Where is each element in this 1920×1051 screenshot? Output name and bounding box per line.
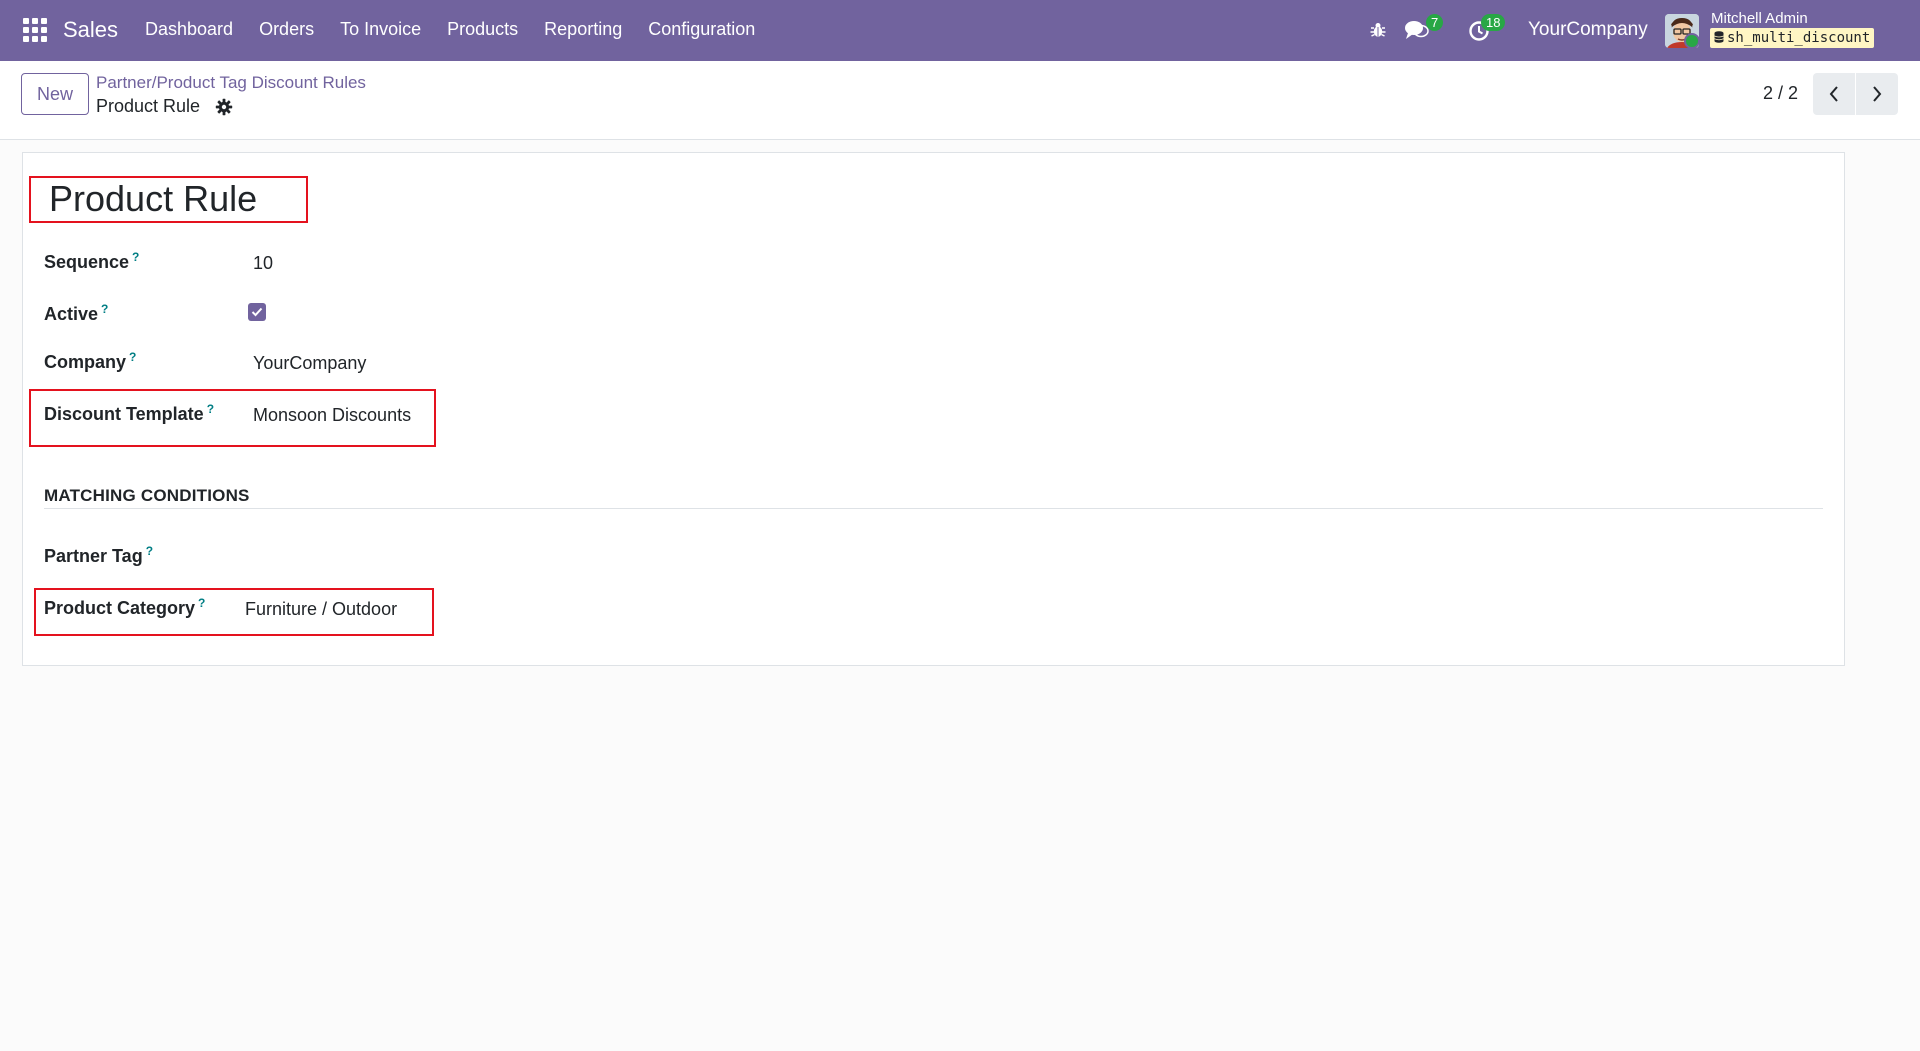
pager-previous-button[interactable] bbox=[1813, 73, 1855, 115]
section-divider bbox=[44, 508, 1823, 509]
menu-orders[interactable]: Orders bbox=[259, 19, 314, 40]
checkmark-icon bbox=[251, 307, 263, 317]
sequence-label: Sequence? bbox=[44, 250, 139, 273]
database-icon bbox=[1714, 31, 1724, 43]
chevron-left-icon bbox=[1829, 86, 1838, 102]
menu-configuration[interactable]: Configuration bbox=[648, 19, 755, 40]
debug-bug-icon[interactable] bbox=[1369, 21, 1387, 39]
database-name-text: sh_multi_discount bbox=[1727, 30, 1871, 46]
product-category-help-icon[interactable]: ? bbox=[198, 596, 205, 610]
company-label-text: Company bbox=[44, 352, 127, 372]
online-status-dot bbox=[1684, 33, 1699, 48]
activity-count-badge: 18 bbox=[1481, 14, 1506, 31]
active-checkbox[interactable] bbox=[248, 303, 266, 321]
record-title[interactable]: Product Rule bbox=[49, 178, 257, 220]
partner-tag-label-text: Partner Tag bbox=[44, 546, 143, 566]
control-panel: New Partner/Product Tag Discount Rules P… bbox=[0, 61, 1920, 140]
matching-conditions-heading: MATCHING CONDITIONS bbox=[44, 486, 250, 505]
company-label: Company? bbox=[44, 350, 136, 373]
menu-dashboard[interactable]: Dashboard bbox=[145, 19, 233, 40]
gear-icon[interactable] bbox=[215, 98, 233, 116]
sequence-label-text: Sequence bbox=[44, 252, 130, 272]
discount-template-label-text: Discount Template bbox=[44, 404, 204, 424]
menu-to-invoice[interactable]: To Invoice bbox=[340, 19, 421, 40]
product-category-label: Product Category? bbox=[44, 596, 205, 619]
breadcrumb-current: Product Rule bbox=[96, 96, 201, 116]
top-navbar: Sales Dashboard Orders To Invoice Produc… bbox=[0, 0, 1920, 61]
company-switcher[interactable]: YourCompany bbox=[1528, 19, 1648, 41]
app-name[interactable]: Sales bbox=[63, 17, 118, 43]
discount-template-field[interactable]: Monsoon Discounts bbox=[253, 405, 411, 426]
sequence-help-icon[interactable]: ? bbox=[132, 250, 139, 264]
database-name: sh_multi_discount bbox=[1710, 28, 1875, 48]
product-category-field[interactable]: Furniture / Outdoor bbox=[245, 599, 397, 620]
active-help-icon[interactable]: ? bbox=[101, 302, 108, 316]
product-category-label-text: Product Category bbox=[44, 598, 196, 618]
company-field[interactable]: YourCompany bbox=[253, 353, 366, 374]
apps-grid-icon[interactable] bbox=[23, 18, 47, 42]
new-button[interactable]: New bbox=[21, 73, 89, 115]
chevron-right-icon bbox=[1873, 86, 1882, 102]
main-menu: Dashboard Orders To Invoice Products Rep… bbox=[145, 19, 781, 40]
user-avatar[interactable] bbox=[1665, 14, 1699, 48]
pager-value[interactable]: 2 / 2 bbox=[1763, 83, 1798, 104]
discount-template-label: Discount Template? bbox=[44, 402, 214, 425]
user-name[interactable]: Mitchell Admin bbox=[1711, 10, 1808, 27]
company-help-icon[interactable]: ? bbox=[129, 350, 136, 364]
partner-tag-field[interactable] bbox=[245, 544, 565, 566]
active-label: Active? bbox=[44, 302, 108, 325]
breadcrumb-parent-link[interactable]: Partner/Product Tag Discount Rules bbox=[96, 73, 366, 93]
pager-next-button[interactable] bbox=[1856, 73, 1898, 115]
partner-tag-help-icon[interactable]: ? bbox=[146, 544, 153, 558]
sequence-field[interactable]: 10 bbox=[253, 253, 273, 274]
menu-reporting[interactable]: Reporting bbox=[544, 19, 622, 40]
chat-count-badge: 7 bbox=[1426, 14, 1444, 31]
menu-products[interactable]: Products bbox=[447, 19, 518, 40]
partner-tag-label: Partner Tag? bbox=[44, 544, 153, 567]
discount-template-help-icon[interactable]: ? bbox=[207, 402, 214, 416]
active-label-text: Active bbox=[44, 304, 99, 324]
